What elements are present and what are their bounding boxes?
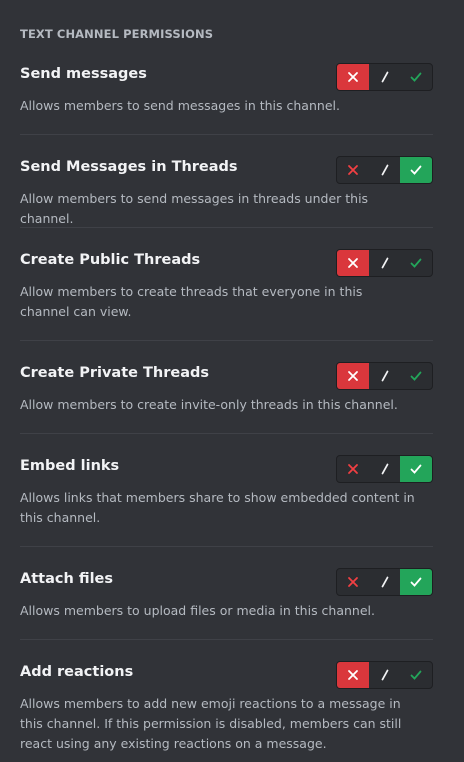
permission-description: Allows links that members share to show …: [20, 490, 415, 525]
deny-button[interactable]: [337, 569, 369, 595]
permission-description: Allows members to upload files or media …: [20, 603, 375, 618]
x-icon: [346, 369, 360, 383]
allow-button[interactable]: [400, 363, 432, 389]
allow-button[interactable]: [400, 662, 432, 688]
permission-toggle: [336, 249, 433, 277]
check-icon: [409, 369, 423, 383]
slash-icon: [378, 668, 392, 682]
check-icon: [409, 256, 423, 270]
permission-description: Allows members to add new emoji reaction…: [20, 696, 402, 751]
neutral-button[interactable]: [369, 569, 401, 595]
deny-button[interactable]: [337, 64, 369, 90]
section-title: TEXT CHANNEL PERMISSIONS: [20, 27, 214, 41]
x-icon: [346, 163, 360, 177]
permission-toggle: [336, 362, 433, 390]
x-icon: [346, 462, 360, 476]
slash-icon: [378, 369, 392, 383]
slash-icon: [378, 256, 392, 270]
allow-button[interactable]: [400, 250, 432, 276]
x-icon: [346, 575, 360, 589]
slash-icon: [378, 462, 392, 476]
neutral-button[interactable]: [369, 250, 401, 276]
permission-name: Send Messages in Threads: [20, 159, 238, 175]
permission-name: Send messages: [20, 66, 147, 82]
divider: [20, 227, 433, 228]
permission-name: Attach files: [20, 571, 114, 587]
allow-button[interactable]: [400, 456, 432, 482]
divider: [20, 433, 433, 434]
x-icon: [346, 256, 360, 270]
divider: [20, 340, 433, 341]
allow-button[interactable]: [400, 157, 432, 183]
allow-button[interactable]: [400, 64, 432, 90]
permission-description: Allow members to create threads that eve…: [20, 284, 363, 319]
neutral-button[interactable]: [369, 456, 401, 482]
x-icon: [346, 668, 360, 682]
permissions-panel: TEXT CHANNEL PERMISSIONS Send messages Al…: [0, 0, 464, 762]
divider: [20, 134, 433, 135]
check-icon: [409, 668, 423, 682]
slash-icon: [378, 575, 392, 589]
permission-toggle: [336, 568, 433, 596]
neutral-button[interactable]: [369, 64, 401, 90]
permission-toggle: [336, 156, 433, 184]
permission-toggle: [336, 455, 433, 483]
deny-button[interactable]: [337, 157, 369, 183]
check-icon: [409, 163, 423, 177]
slash-icon: [378, 70, 392, 84]
neutral-button[interactable]: [369, 157, 401, 183]
permission-description: Allow members to create invite-only thre…: [20, 397, 398, 412]
check-icon: [409, 70, 423, 84]
deny-button[interactable]: [337, 363, 369, 389]
deny-button[interactable]: [337, 662, 369, 688]
divider: [20, 546, 433, 547]
allow-button[interactable]: [400, 569, 432, 595]
permission-name: Create Private Threads: [20, 365, 210, 381]
permission-name: Add reactions: [20, 664, 134, 680]
permission-name: Embed links: [20, 458, 120, 474]
divider: [20, 639, 433, 640]
deny-button[interactable]: [337, 250, 369, 276]
check-icon: [409, 462, 423, 476]
x-icon: [346, 70, 360, 84]
permission-description: Allows members to send messages in this …: [20, 98, 340, 113]
permission-toggle: [336, 661, 433, 689]
check-icon: [409, 575, 423, 589]
neutral-button[interactable]: [369, 662, 401, 688]
permission-name: Create Public Threads: [20, 252, 201, 268]
deny-button[interactable]: [337, 456, 369, 482]
neutral-button[interactable]: [369, 363, 401, 389]
permission-description: Allow members to send messages in thread…: [20, 191, 369, 226]
permission-toggle: [336, 63, 433, 91]
slash-icon: [378, 163, 392, 177]
